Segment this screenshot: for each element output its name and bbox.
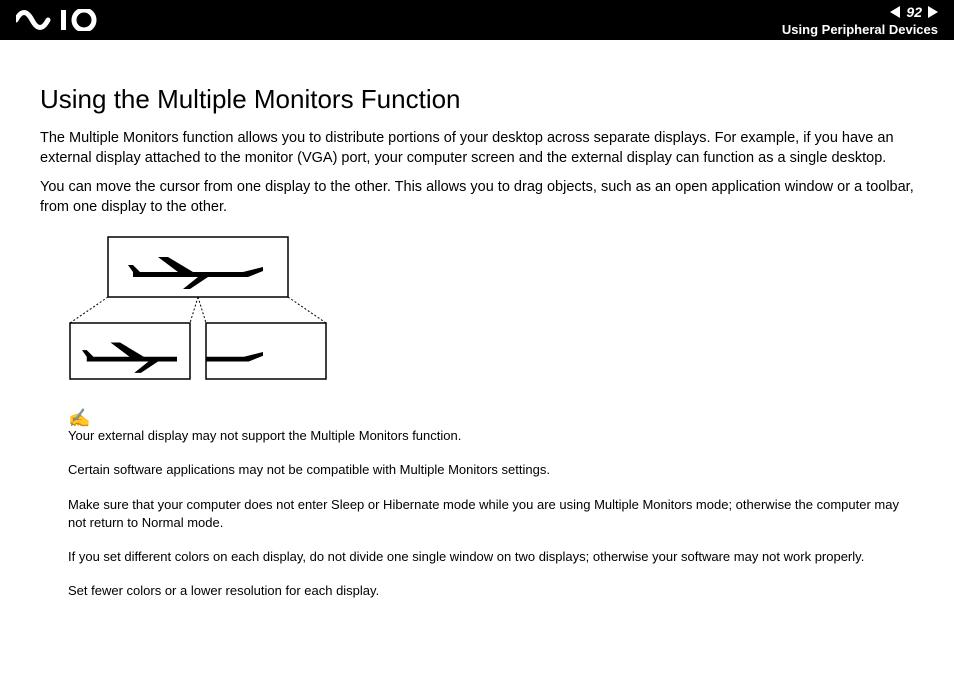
note-icon: ✍: [68, 408, 914, 429]
note: Set fewer colors or a lower resolution f…: [68, 582, 914, 600]
next-page-icon[interactable]: [928, 6, 938, 18]
page-content: Using the Multiple Monitors Function The…: [0, 40, 954, 636]
note: Your external display may not support th…: [68, 427, 914, 445]
vaio-logo: [16, 0, 126, 40]
section-title: Using Peripheral Devices: [782, 22, 938, 37]
page-nav: 92 Using Peripheral Devices: [782, 4, 938, 37]
paragraph: You can move the cursor from one display…: [40, 178, 914, 217]
page-title: Using the Multiple Monitors Function: [40, 84, 914, 115]
multi-monitor-diagram: [68, 235, 328, 390]
paragraph: The Multiple Monitors function allows yo…: [40, 129, 914, 168]
note: Certain software applications may not be…: [68, 461, 914, 479]
prev-page-icon[interactable]: [890, 6, 900, 18]
page-header: 92 Using Peripheral Devices: [0, 0, 954, 40]
note: If you set different colors on each disp…: [68, 548, 914, 566]
page-number: 92: [904, 4, 924, 20]
note: Make sure that your computer does not en…: [68, 496, 914, 532]
